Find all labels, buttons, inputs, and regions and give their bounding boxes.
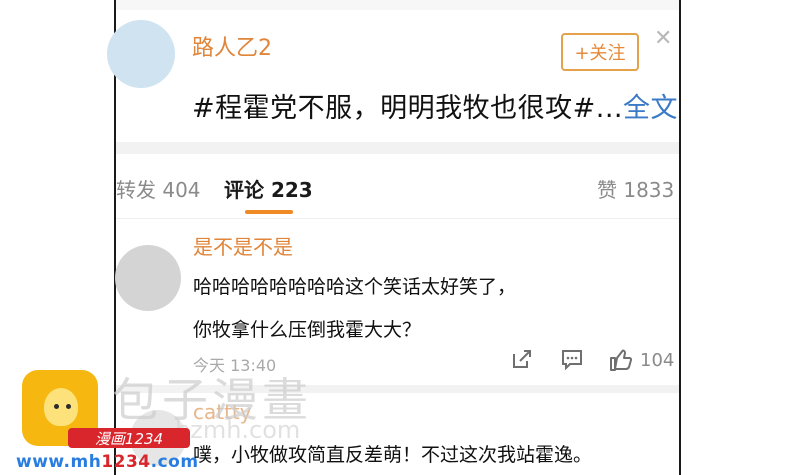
- comment-avatar[interactable]: [115, 245, 181, 311]
- watermark-url-suffix: .com: [150, 452, 199, 472]
- comment-text-line: 你牧拿什么压倒我霍大大？: [193, 319, 422, 341]
- watermark-subtitle: bzmh.com: [175, 416, 301, 444]
- comment-text-line: 哈哈哈哈哈哈哈哈这个笑话太好笑了，: [193, 276, 517, 298]
- post-username[interactable]: 路人乙2: [192, 30, 272, 62]
- comment-username[interactable]: 是不是不是: [193, 231, 293, 260]
- tab-comment[interactable]: 评论 223: [224, 174, 313, 203]
- comment-text-line: 噗，小牧做攻简直反差萌！不过这次我站霍逸。: [193, 444, 593, 466]
- tab-active-indicator: [245, 210, 293, 214]
- watermark-url-prefix: www.mh: [16, 452, 102, 472]
- read-more-link[interactable]: 全文: [623, 93, 678, 124]
- comment-icon[interactable]: [561, 348, 583, 376]
- tab-repost[interactable]: 转发 404: [116, 174, 201, 203]
- watermark-url-number: 1234: [101, 452, 151, 472]
- thumbs-up-icon[interactable]: [609, 348, 633, 378]
- section-divider: [116, 142, 679, 154]
- top-edge: [116, 0, 679, 10]
- watermark-url: www.mh1234.com: [16, 452, 199, 472]
- post-text: #程霍党不服，明明我牧也很攻#...全文: [192, 86, 678, 125]
- share-icon[interactable]: [511, 348, 533, 376]
- follow-button[interactable]: +关注: [561, 33, 639, 71]
- watermark-badge: 漫画1234: [68, 428, 190, 448]
- tabs-divider: [116, 218, 679, 219]
- like-count: 104: [640, 350, 675, 371]
- post-avatar[interactable]: [107, 20, 175, 88]
- tab-like[interactable]: 赞 1833: [597, 174, 674, 203]
- frame-right-border: [679, 0, 681, 475]
- close-icon[interactable]: ✕: [654, 26, 672, 51]
- post-body: #程霍党不服，明明我牧也很攻#...: [192, 93, 623, 124]
